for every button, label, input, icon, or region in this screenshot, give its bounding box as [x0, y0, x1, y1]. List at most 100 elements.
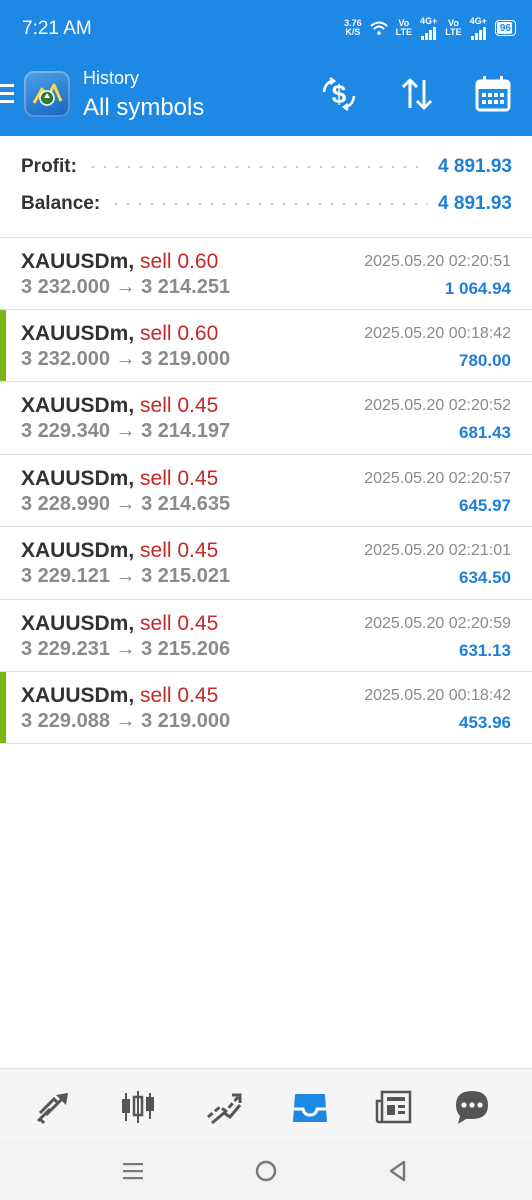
nav-quotes[interactable]: [32, 1085, 76, 1129]
nav-trade[interactable]: [202, 1085, 246, 1129]
trade-time: 2025.05.20 02:21:01: [364, 542, 511, 559]
status-icons: 3.76 K/S Vo LTE 4G+ Vo LTE 4G+ 96: [344, 16, 516, 40]
trade-side: sell 0.45: [140, 394, 219, 417]
news-icon: [375, 1090, 412, 1124]
trade-side: sell 0.45: [140, 612, 219, 635]
deposit-withdraw-icon: $: [322, 77, 356, 111]
home-button[interactable]: [251, 1156, 281, 1186]
trade-symbol-line: XAUUSDm, sell 0.45: [21, 394, 219, 417]
back-button[interactable]: [383, 1156, 413, 1186]
home-circle-icon: [255, 1160, 277, 1182]
profit-label: Profit:: [21, 156, 77, 177]
network-type-2: 4G+: [469, 15, 487, 26]
trade-symbol: XAUUSDm: [21, 467, 129, 490]
trade-time: 2025.05.20 02:20:59: [364, 615, 511, 632]
trade-time: 2025.05.20 02:20:57: [364, 470, 511, 487]
trade-side: sell 0.60: [140, 250, 219, 273]
trade-prices: 3 229.121 → 3 215.021: [21, 565, 231, 587]
trade-profit: 780.00: [459, 351, 511, 370]
trade-symbol: XAUUSDm: [21, 612, 129, 635]
nav-news[interactable]: [372, 1085, 416, 1129]
balance-summary: Balance: 4 891.93: [21, 189, 512, 219]
trade-symbol: XAUUSDm: [21, 250, 129, 273]
network-speed: 3.76 K/S: [344, 19, 362, 37]
balance-label: Balance:: [21, 193, 101, 214]
signal-bars-2-icon: [470, 26, 486, 40]
trade-symbol-line: XAUUSDm, sell 0.45: [21, 539, 219, 562]
trade-symbol: XAUUSDm: [21, 684, 129, 707]
trade-row[interactable]: XAUUSDm, sell 0.60 3 232.000 → 3 219.000…: [0, 309, 532, 381]
battery-level: 96: [499, 22, 511, 34]
svg-text:$: $: [332, 79, 347, 109]
trade-row[interactable]: XAUUSDm, sell 0.45 3 229.121 → 3 215.021…: [0, 526, 532, 598]
trade-time: 2025.05.20 00:18:42: [364, 687, 511, 704]
battery-icon: 96: [494, 20, 516, 36]
sort-button[interactable]: [397, 74, 437, 114]
trade-time: 2025.05.20 02:20:51: [364, 253, 511, 270]
volte-indicator-2: Vo LTE: [445, 19, 461, 37]
profit-value: 4 891.93: [438, 156, 512, 177]
sort-icon: [401, 78, 433, 110]
recent-apps-button[interactable]: [118, 1156, 148, 1186]
trade-profit: 453.96: [459, 713, 511, 732]
trade-symbol-line: XAUUSDm, sell 0.45: [21, 612, 219, 635]
trade-symbol-line: XAUUSDm, sell 0.45: [21, 684, 219, 707]
signal-bars-1-icon: [421, 26, 437, 40]
signal-1: 4G+: [420, 15, 438, 40]
trade-icon: [207, 1093, 242, 1125]
wifi-icon: [369, 21, 388, 35]
trade-symbol: XAUUSDm: [21, 322, 129, 345]
trade-symbol-line: XAUUSDm, sell 0.60: [21, 250, 219, 273]
trade-prices: 3 229.088 → 3 219.000: [21, 710, 231, 732]
trade-profit: 634.50: [459, 568, 511, 587]
menu-lines-icon: [123, 1163, 143, 1180]
metatrader-logo: [24, 71, 70, 117]
trade-row[interactable]: XAUUSDm, sell 0.60 3 232.000 → 3 214.251…: [0, 237, 532, 309]
trade-time: 2025.05.20 00:18:42: [364, 325, 511, 342]
trade-symbol-line: XAUUSDm, sell 0.45: [21, 467, 219, 490]
back-triangle-icon: [389, 1160, 406, 1182]
trade-row[interactable]: XAUUSDm, sell 0.45 3 229.231 → 3 215.206…: [0, 599, 532, 671]
trade-symbol: XAUUSDm: [21, 394, 129, 417]
profit-summary: Profit: 4 891.93: [21, 152, 512, 182]
dotted-leader: [110, 203, 429, 205]
trade-row[interactable]: XAUUSDm, sell 0.45 3 229.340 → 3 214.197…: [0, 381, 532, 453]
app-header: 7:21 AM 3.76 K/S Vo LTE 4G+ Vo LTE 4G+ 9…: [0, 0, 532, 136]
volte-2-bottom: LTE: [445, 27, 462, 37]
menu-icon[interactable]: [0, 84, 14, 104]
dotted-leader: [86, 166, 429, 168]
chat-icon: [456, 1091, 488, 1124]
signal-2: 4G+: [469, 15, 487, 40]
network-type-1: 4G+: [420, 15, 438, 26]
deposit-withdraw-button[interactable]: $: [319, 74, 359, 114]
trade-side: sell 0.45: [140, 467, 219, 490]
trade-symbol: XAUUSDm: [21, 539, 129, 562]
nav-chat[interactable]: [450, 1085, 494, 1129]
trade-time: 2025.05.20 02:20:52: [364, 397, 511, 414]
trade-prices: 3 232.000 → 3 214.251: [21, 276, 231, 298]
trade-symbol-line: XAUUSDm, sell 0.60: [21, 322, 219, 345]
page-title: History: [83, 68, 140, 88]
nav-history[interactable]: [288, 1085, 332, 1129]
trade-side: sell 0.45: [140, 539, 219, 562]
trade-prices: 3 229.231 → 3 215.206: [21, 638, 231, 660]
chart-icon: [122, 1091, 154, 1123]
history-icon: [293, 1094, 327, 1122]
calendar-button[interactable]: [473, 74, 513, 114]
nav-chart[interactable]: [116, 1085, 160, 1129]
trade-row[interactable]: XAUUSDm, sell 0.45 3 228.990 → 3 214.635…: [0, 454, 532, 526]
trade-side: sell 0.60: [140, 322, 219, 345]
bottom-navigation: [0, 1068, 532, 1143]
symbol-filter[interactable]: All symbols: [83, 94, 204, 122]
trade-profit: 631.13: [459, 641, 511, 660]
trade-side: sell 0.45: [140, 684, 219, 707]
trade-prices: 3 232.000 → 3 219.000: [21, 348, 231, 370]
volte-indicator-1: Vo LTE: [396, 19, 412, 37]
trade-row[interactable]: XAUUSDm, sell 0.45 3 229.088 → 3 219.000…: [0, 671, 532, 744]
calendar-icon: [475, 76, 511, 112]
trade-profit: 645.97: [459, 496, 511, 515]
volte-1-bottom: LTE: [395, 27, 412, 37]
balance-value: 4 891.93: [438, 193, 512, 214]
quotes-icon: [36, 1093, 68, 1125]
network-speed-unit: K/S: [345, 27, 361, 37]
